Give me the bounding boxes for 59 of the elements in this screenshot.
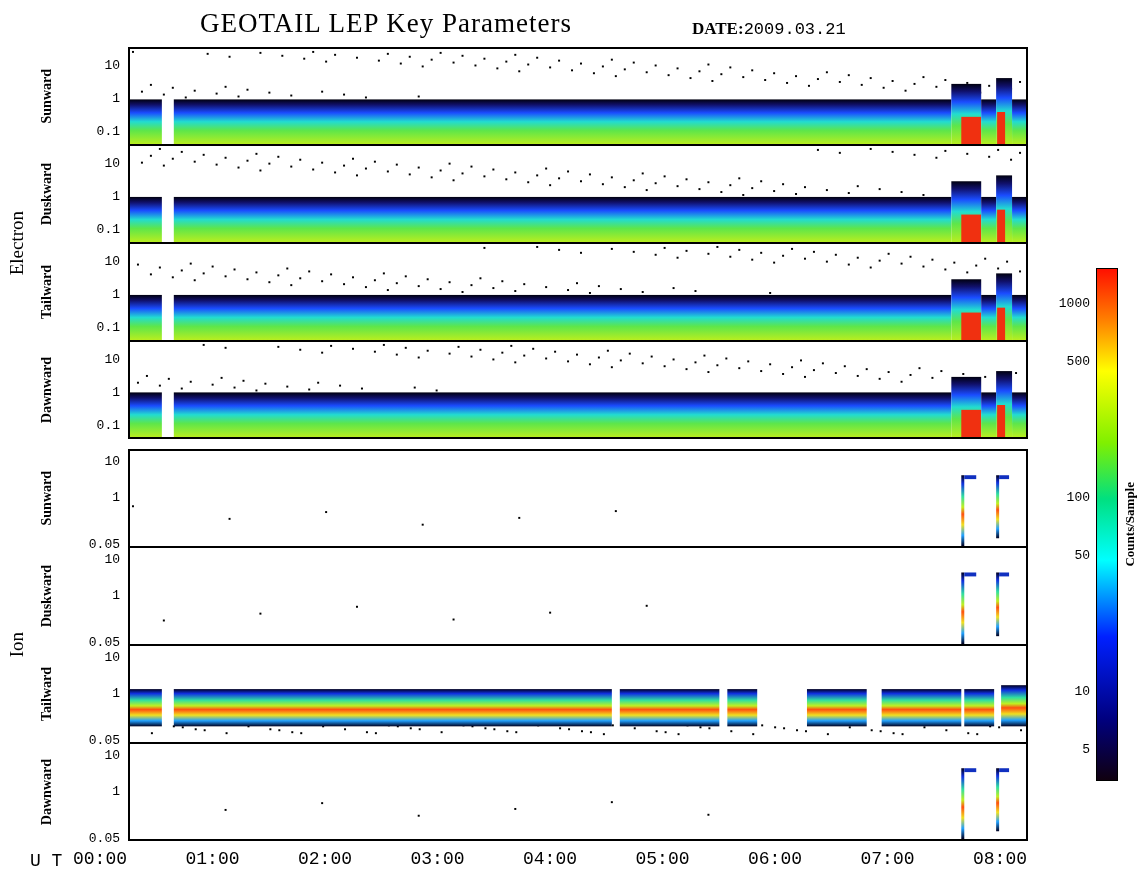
y-tick-label: 0.1: [96, 221, 120, 237]
y-tick-label: 1: [112, 489, 120, 505]
y-tick-label: 1: [112, 384, 120, 400]
time-tick-label: 01:00: [185, 849, 240, 869]
spectrogram-burst: [961, 475, 977, 546]
time-tick-label: 03:00: [410, 849, 465, 869]
date-label: DATE:: [692, 18, 744, 38]
colorbar-tick-label: 500: [1066, 353, 1090, 369]
direction-label: Sunward: [39, 68, 55, 124]
y-tick-label: 10: [104, 453, 120, 469]
y-tick-label: 0.05: [88, 634, 120, 649]
particle-label: Electron: [6, 210, 28, 276]
direction-label: Tailward: [39, 667, 55, 721]
time-tick-label: 08:00: [973, 849, 1027, 869]
time-tick-label: 04:00: [523, 849, 577, 869]
direction-label: Dawnward: [39, 758, 55, 826]
y-tick-label: 1: [112, 685, 120, 701]
y-tick-label: 0.05: [88, 830, 120, 845]
plot-title: GEOTAIL LEP Key Parameters: [200, 8, 572, 39]
colorbar-title: Counts/Sample: [1122, 481, 1138, 567]
y-tick-label: 10: [104, 253, 120, 269]
colorbar-tick-label: 50: [1074, 547, 1090, 563]
y-tick-label: 0.05: [88, 536, 120, 551]
particle-label: Ion: [6, 632, 28, 658]
y-tick-label: 10: [104, 649, 120, 665]
colorbar-tick-label: 100: [1066, 489, 1090, 505]
time-tick-label: 05:00: [635, 849, 690, 869]
y-tick-label: 0.1: [96, 319, 120, 335]
colorbar-tick-label: 5: [1082, 741, 1090, 757]
direction-label: Tailward: [39, 265, 55, 319]
y-tick-label: 0.1: [96, 417, 120, 433]
y-tick-label: 10: [104, 551, 120, 567]
colorbar-tick-label: 1000: [1058, 295, 1090, 311]
y-tick-label: 0.05: [88, 732, 120, 747]
spectrogram-burst: [961, 572, 977, 644]
spectrogram-burst: [996, 475, 1010, 539]
direction-label: Duskward: [39, 564, 55, 628]
y-tick-label: 10: [104, 155, 120, 171]
time-tick-label: 07:00: [860, 849, 915, 869]
direction-label: Dawnward: [39, 356, 55, 424]
time-tick-label: 06:00: [748, 849, 802, 869]
y-tick-label: 10: [104, 351, 120, 367]
date-value: 2009.03.21: [743, 19, 846, 39]
y-tick-label: 1: [112, 286, 120, 302]
time-tick-label: 00:00: [73, 849, 127, 869]
spectrogram-burst: [996, 768, 1010, 832]
direction-label: Sunward: [39, 470, 55, 526]
y-tick-label: 1: [112, 90, 120, 106]
y-tick-label: 1: [112, 587, 120, 603]
spectrogram-burst: [961, 768, 977, 839]
y-tick-label: 1: [112, 783, 120, 799]
y-tick-label: 10: [104, 747, 120, 763]
direction-label: Duskward: [39, 162, 55, 226]
y-tick-label: 1: [112, 188, 120, 204]
y-tick-label: 0.1: [96, 123, 120, 139]
spectrogram-burst: [996, 572, 1010, 637]
y-tick-label: 10: [104, 57, 120, 73]
colorbar-tick-label: 10: [1074, 683, 1090, 699]
time-tick-label: 02:00: [298, 849, 352, 869]
